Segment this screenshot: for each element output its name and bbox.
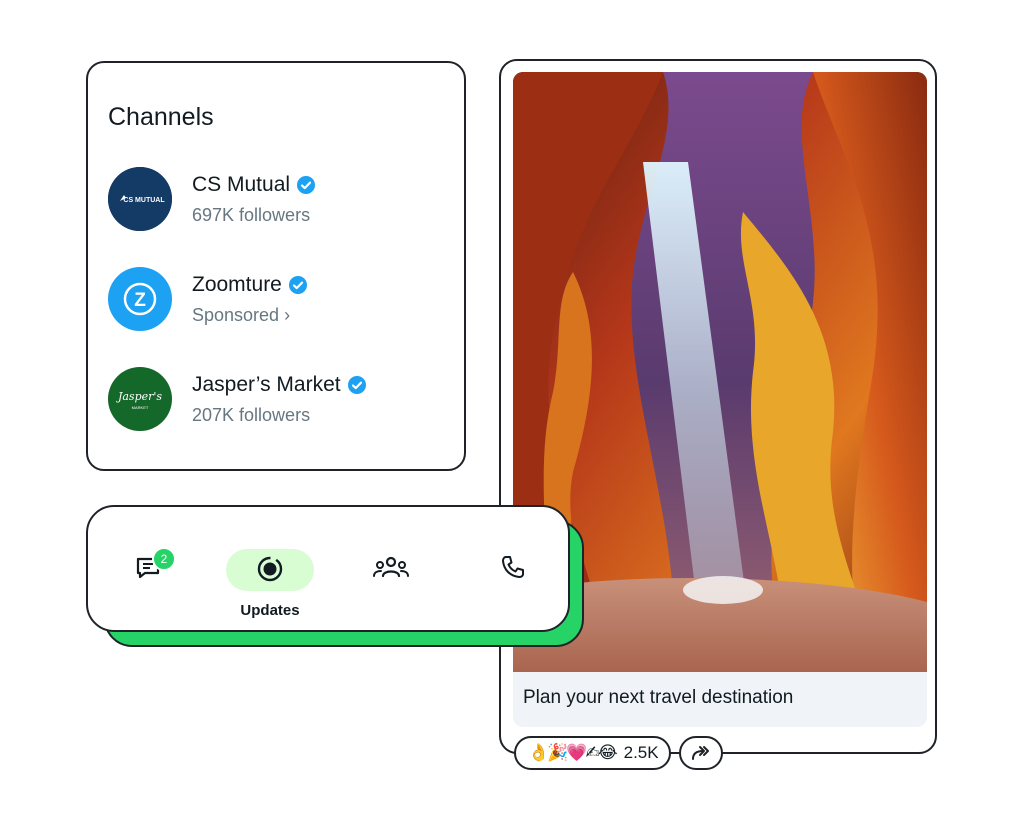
avatar-text: Z — [134, 290, 146, 311]
channel-sponsored-link[interactable]: Sponsored › — [192, 305, 290, 326]
channel-item-zoomture[interactable]: Z Zoomture Sponsored › — [108, 267, 448, 331]
bottom-nav: 2 Updates — [86, 505, 570, 632]
nav-communities[interactable] — [361, 547, 421, 587]
channels-title: Channels — [108, 103, 214, 131]
updates-icon — [257, 556, 283, 582]
channel-followers: 207K followers — [192, 405, 311, 425]
post-caption: Plan your next travel destination — [523, 687, 794, 708]
chats-badge: 2 — [152, 547, 176, 571]
channel-post-card[interactable]: Plan your next travel destination — [499, 59, 937, 754]
channels-card: Channels CS MUTUAL CS Mutual 697K follow… — [86, 61, 466, 471]
channel-followers: 697K followers — [192, 205, 311, 225]
forward-button[interactable] — [679, 736, 723, 770]
calls-icon — [502, 556, 524, 578]
reaction-emojis: 👌🎉💗✍😂 — [528, 743, 618, 762]
channel-name: Zoomture — [192, 273, 282, 296]
nav-updates[interactable] — [240, 549, 300, 589]
nav-calls[interactable] — [483, 547, 543, 587]
channel-item-cs-mutual[interactable]: CS MUTUAL CS Mutual 697K followers — [108, 167, 448, 231]
verified-icon — [297, 176, 316, 194]
nav-updates-label: Updates — [240, 602, 300, 619]
channel-name: Jasper’s Market — [192, 373, 341, 396]
channel-avatar: CS MUTUAL — [108, 167, 172, 231]
communities-icon — [373, 556, 409, 578]
channel-name: CS Mutual — [192, 173, 291, 196]
forward-icon — [692, 746, 709, 760]
verified-icon — [347, 376, 366, 394]
verified-icon — [288, 276, 307, 294]
channel-avatar: Jasper's MARKET — [108, 367, 172, 431]
reaction-count: 2.5K — [623, 743, 659, 762]
channel-avatar: Z — [108, 267, 172, 331]
reactions-pill[interactable]: 👌🎉💗✍😂 2.5K — [514, 736, 671, 770]
avatar-subtext: MARKET — [132, 405, 149, 410]
channel-item-jaspers-market[interactable]: Jasper's MARKET Jasper’s Market 207K fol… — [108, 367, 448, 431]
avatar-text: CS MUTUAL — [123, 197, 165, 204]
avatar-text: Jasper's — [116, 390, 162, 403]
